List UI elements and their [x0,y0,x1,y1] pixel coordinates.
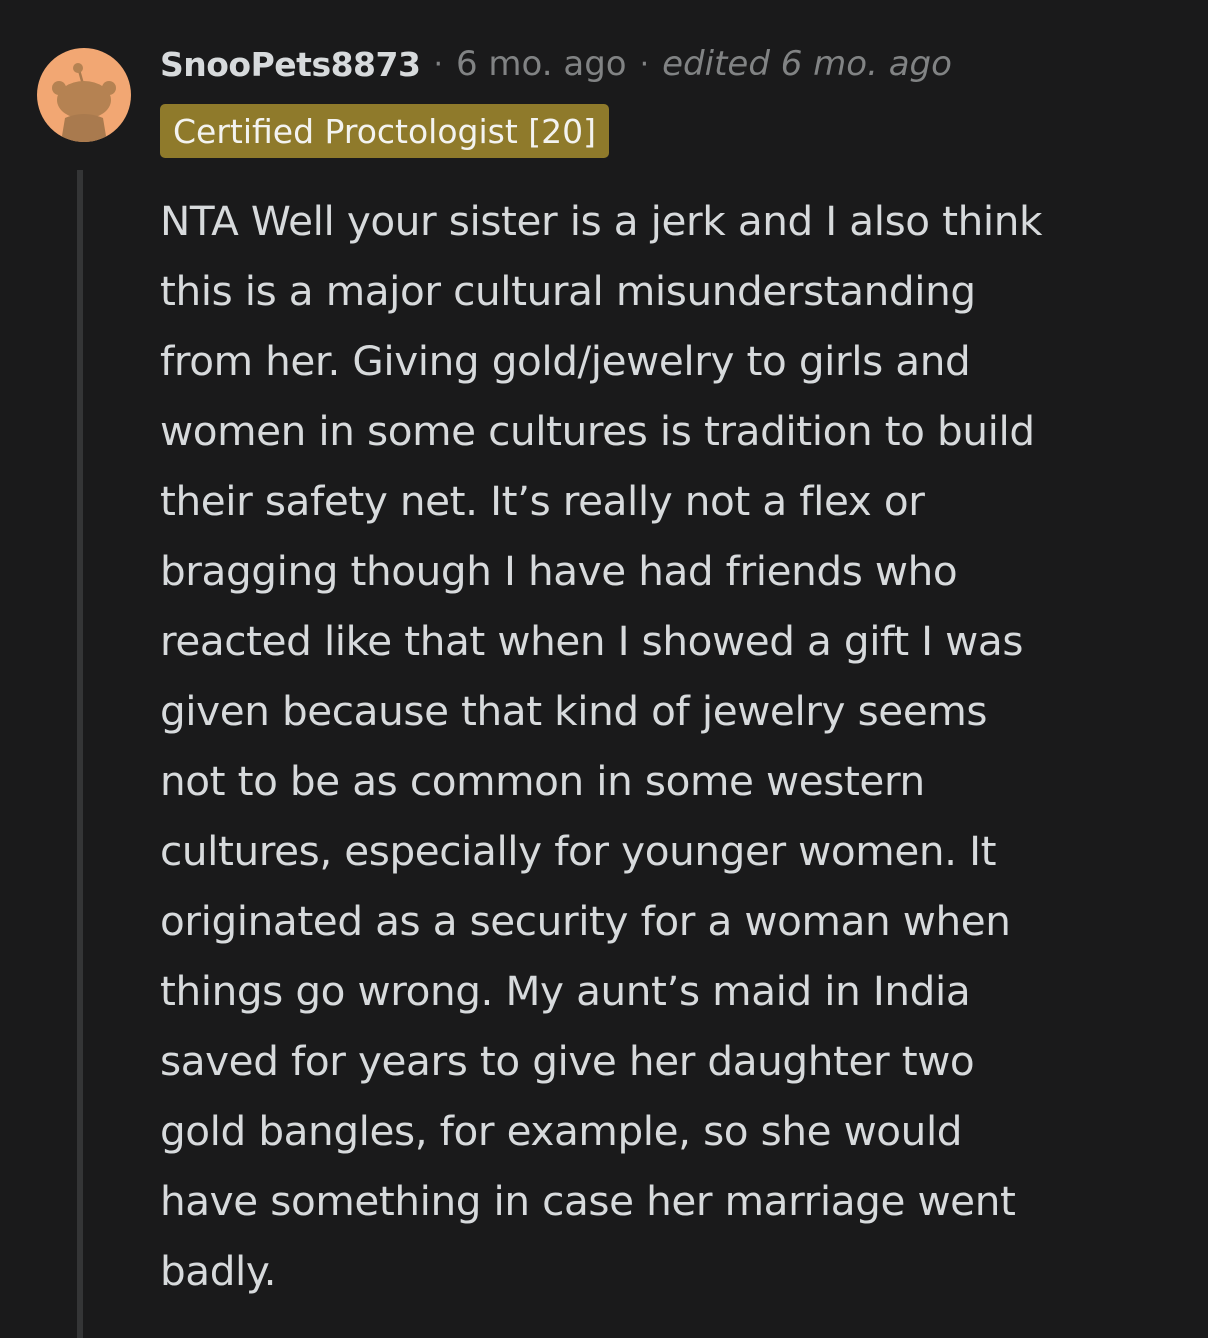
edited-timestamp: edited 6 mo. ago [662,44,952,84]
snoo-avatar-icon[interactable] [37,48,131,142]
thread-line[interactable] [77,170,83,1338]
meta-separator: · [639,46,650,82]
timestamp[interactable]: 6 mo. ago [456,44,627,84]
meta-separator: · [433,46,443,82]
user-flair: Certified Proctologist [20] [160,104,610,158]
comment-meta: SnooPets8873 · 6 mo. ago · edited 6 mo. … [160,41,952,87]
comment-body: NTA Well your sister is a jerk and I als… [160,197,1043,1295]
comment: SnooPets8873 · 6 mo. ago · edited 6 mo. … [0,0,1208,1338]
username[interactable]: SnooPets8873 [160,45,421,84]
